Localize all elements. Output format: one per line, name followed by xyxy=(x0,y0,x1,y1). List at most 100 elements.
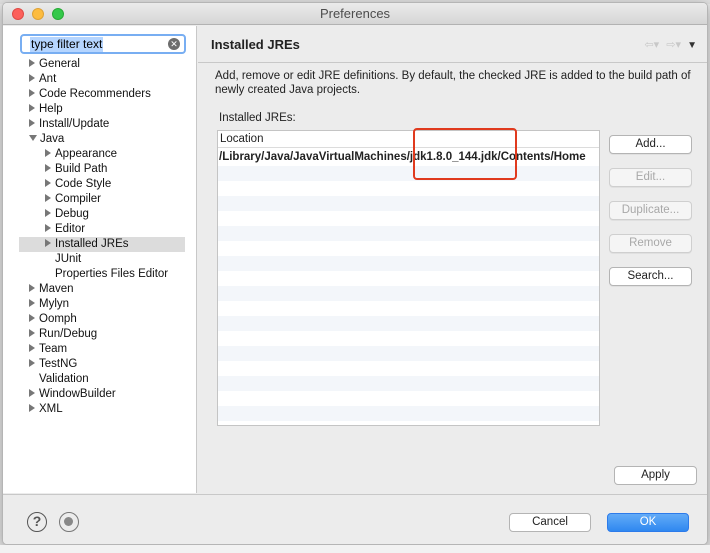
collapsed-arrow-icon[interactable] xyxy=(45,223,51,232)
tree-item[interactable]: Java xyxy=(3,132,197,147)
tree-item[interactable]: Ant xyxy=(3,72,197,87)
edit-button[interactable]: Edit... xyxy=(609,168,692,187)
jre-table: Location /Library/Java/JavaVirtualMachin… xyxy=(217,130,600,426)
collapsed-arrow-icon[interactable] xyxy=(29,103,35,112)
expanded-arrow-icon[interactable] xyxy=(29,134,37,141)
collapsed-arrow-icon[interactable] xyxy=(29,283,35,292)
collapsed-arrow-icon[interactable] xyxy=(29,343,35,352)
empty-table-row xyxy=(218,271,599,286)
tree-item[interactable]: XML xyxy=(3,402,197,417)
annotation-highlight-box xyxy=(413,128,517,180)
tree-item[interactable]: TestNG xyxy=(3,357,197,372)
collapsed-arrow-icon[interactable] xyxy=(29,118,35,127)
title-bar: Preferences xyxy=(3,3,707,25)
collapsed-arrow-icon[interactable] xyxy=(29,388,35,397)
tree-item[interactable]: Oomph xyxy=(3,312,197,327)
filter-input[interactable]: type filter text ✕ xyxy=(20,34,186,54)
empty-table-row xyxy=(218,241,599,256)
tree-item[interactable]: Debug xyxy=(3,207,197,222)
tree-item-label: Debug xyxy=(55,208,89,220)
tree-item[interactable]: Maven xyxy=(3,282,197,297)
location-column-header[interactable]: Location xyxy=(218,131,599,148)
tree-item[interactable]: Install/Update xyxy=(3,117,197,132)
collapsed-arrow-icon[interactable] xyxy=(29,313,35,322)
collapsed-arrow-icon[interactable] xyxy=(45,148,51,157)
tree-item[interactable]: Build Path xyxy=(3,162,197,177)
background-ide-strip-bottom xyxy=(0,545,710,553)
apply-button[interactable]: Apply xyxy=(614,466,697,485)
empty-table-row xyxy=(218,346,599,361)
preferences-tree: General Ant Code Recommenders Help Install/U… xyxy=(3,57,197,417)
tree-item[interactable]: Team xyxy=(3,342,197,357)
tree-item[interactable]: Help xyxy=(3,102,197,117)
cancel-button[interactable]: Cancel xyxy=(509,513,591,532)
maximize-window-button[interactable] xyxy=(52,8,64,20)
tree-item-label: TestNG xyxy=(39,358,78,370)
empty-table-row xyxy=(218,331,599,346)
tree-item[interactable]: Appearance xyxy=(3,147,197,162)
tree-item[interactable]: Code Recommenders xyxy=(3,87,197,102)
collapsed-arrow-icon[interactable] xyxy=(45,193,51,202)
tree-item-label: Code Recommenders xyxy=(39,88,151,100)
tree-item[interactable]: Installed JREs xyxy=(19,237,185,252)
jre-table-row[interactable]: /Library/Java/JavaVirtualMachines/jdk1.8… xyxy=(218,148,599,166)
tree-item[interactable]: Mylyn xyxy=(3,297,197,312)
empty-table-row xyxy=(218,256,599,271)
empty-table-row xyxy=(218,391,599,406)
tree-item[interactable]: JUnit xyxy=(3,252,197,267)
add-button[interactable]: Add... xyxy=(609,135,692,154)
close-window-button[interactable] xyxy=(12,8,24,20)
preferences-dialog: Preferences type filter text ✕ General An… xyxy=(2,2,708,545)
minimize-window-button[interactable] xyxy=(32,8,44,20)
preference-page: Installed JREs ⇦▾ ⇨▾ ▼ Add, remove or ed… xyxy=(198,26,707,493)
help-icon[interactable]: ? xyxy=(27,512,47,532)
tree-item-label: Code Style xyxy=(55,178,112,190)
back-arrow-icon[interactable]: ⇦▾ xyxy=(644,38,659,51)
tree-item[interactable]: Code Style xyxy=(3,177,197,192)
import-export-icon[interactable] xyxy=(59,512,79,532)
collapsed-arrow-icon[interactable] xyxy=(45,238,51,247)
tree-item[interactable]: General xyxy=(3,57,197,72)
installed-jres-label: Installed JREs: xyxy=(219,112,296,124)
tree-item[interactable]: Run/Debug xyxy=(3,327,197,342)
tree-item[interactable]: Compiler xyxy=(3,192,197,207)
page-description: Add, remove or edit JRE definitions. By … xyxy=(215,70,691,96)
collapsed-arrow-icon[interactable] xyxy=(45,178,51,187)
empty-table-row xyxy=(218,166,599,181)
empty-table-row xyxy=(218,361,599,376)
tree-item-label: Install/Update xyxy=(39,118,110,130)
tree-item-label: WindowBuilder xyxy=(39,388,116,400)
clear-filter-icon[interactable]: ✕ xyxy=(168,38,180,50)
tree-item-label: Installed JREs xyxy=(55,238,129,250)
collapsed-arrow-icon[interactable] xyxy=(45,208,51,217)
tree-item-label: Run/Debug xyxy=(39,328,98,340)
tree-item[interactable]: Validation xyxy=(3,372,197,387)
tree-item-label: Build Path xyxy=(55,163,108,175)
remove-button[interactable]: Remove xyxy=(609,234,692,253)
filter-input-value[interactable]: type filter text xyxy=(30,37,104,52)
tree-item-label: Editor xyxy=(55,223,86,235)
tree-item-label: Help xyxy=(39,103,63,115)
collapsed-arrow-icon[interactable] xyxy=(29,73,35,82)
empty-table-row xyxy=(218,406,599,421)
collapsed-arrow-icon[interactable] xyxy=(29,298,35,307)
tree-item[interactable]: Properties Files Editor xyxy=(3,267,197,282)
search-button[interactable]: Search... xyxy=(609,267,692,286)
tree-item-label: Appearance xyxy=(55,148,118,160)
empty-table-row xyxy=(218,286,599,301)
collapsed-arrow-icon[interactable] xyxy=(29,358,35,367)
view-menu-icon[interactable]: ▼ xyxy=(687,40,697,51)
tree-item[interactable]: WindowBuilder xyxy=(3,387,197,402)
collapsed-arrow-icon[interactable] xyxy=(29,58,35,67)
tree-item-label: Properties Files Editor xyxy=(55,268,169,280)
tree-item[interactable]: Editor xyxy=(3,222,197,237)
ok-button[interactable]: OK xyxy=(607,513,689,532)
forward-arrow-icon[interactable]: ⇨▾ xyxy=(666,38,681,51)
collapsed-arrow-icon[interactable] xyxy=(29,328,35,337)
collapsed-arrow-icon[interactable] xyxy=(29,403,35,412)
duplicate-button[interactable]: Duplicate... xyxy=(609,201,692,220)
collapsed-arrow-icon[interactable] xyxy=(29,88,35,97)
empty-table-row xyxy=(218,181,599,196)
collapsed-arrow-icon[interactable] xyxy=(45,163,51,172)
tree-item-label: Maven xyxy=(39,283,74,295)
